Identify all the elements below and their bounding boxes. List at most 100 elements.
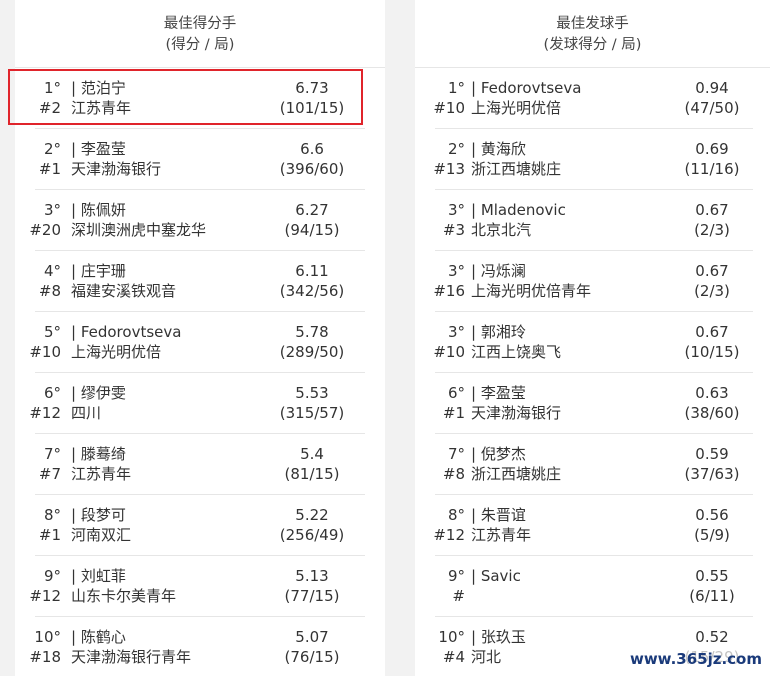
- ranking-row[interactable]: 2° #13 | 黄海欣 浙江西塘姚庄 0.69 (11/16): [415, 129, 770, 190]
- rank-label: 3°: [447, 323, 465, 341]
- team-name: 山东卡尔美青年: [71, 587, 177, 605]
- team-name: 江西上饶奥飞: [471, 343, 562, 361]
- player-number: #12: [29, 587, 61, 605]
- stat-value: 0.94: [695, 79, 729, 97]
- rank-label: 3°: [43, 201, 61, 219]
- best-scorer-list: 1° #2 | 范泊宁 江苏青年 6.73 (101/15) 2° #1 | 李盈莹 天津渤海银行…: [15, 68, 385, 676]
- stat-fraction: (2/3): [694, 282, 730, 300]
- rank-label: 7°: [447, 445, 465, 463]
- stat-value: 6.6: [300, 140, 324, 158]
- stat-fraction: (47/50): [684, 99, 740, 117]
- stat-fraction: (5/9): [694, 526, 730, 544]
- ranking-row[interactable]: 7° #8 | 倪梦杰 浙江西塘姚庄 0.59 (37/63): [415, 434, 770, 495]
- player-number: #3: [442, 221, 465, 239]
- player-name: | 段梦可: [71, 506, 126, 524]
- stat-fraction: (81/15): [284, 465, 340, 483]
- rank-label: 1°: [43, 79, 61, 97]
- stat-value: 0.59: [695, 445, 729, 463]
- ranking-row[interactable]: 10° #18 | 陈鹤心 天津渤海银行青年 5.07 (76/15): [15, 617, 385, 676]
- ranking-row[interactable]: 7° #7 | 滕蓦绮 江苏青年 5.4 (81/15): [15, 434, 385, 495]
- player-name: | Mladenovic: [471, 201, 566, 219]
- rank-label: 2°: [447, 140, 465, 158]
- player-number: #12: [29, 404, 61, 422]
- player-number: #18: [29, 648, 61, 666]
- ranking-row[interactable]: 3° #3 | Mladenovic 北京北汽 0.67 (2/3): [415, 190, 770, 251]
- stat-fraction: (315/57): [279, 404, 345, 422]
- ranking-row[interactable]: 5° #10 | Fedorovtseva 上海光明优倍 5.78 (289/50): [15, 312, 385, 373]
- ranking-row[interactable]: 8° #12 | 朱晋谊 江苏青年 0.56 (5/9): [415, 495, 770, 556]
- stat-value: 0.67: [695, 262, 729, 280]
- ranking-row[interactable]: 3° #16 | 冯烁澜 上海光明优倍青年 0.67 (2/3): [415, 251, 770, 312]
- player-number: #10: [433, 99, 465, 117]
- stat-fraction: (94/15): [284, 221, 340, 239]
- ranking-row[interactable]: 3° #10 | 郭湘玲 江西上饶奥飞 0.67 (10/15): [415, 312, 770, 373]
- ranking-row[interactable]: 1° #2 | 范泊宁 江苏青年 6.73 (101/15): [15, 68, 385, 129]
- stat-value: 5.78: [295, 323, 329, 341]
- player-number: #16: [433, 282, 465, 300]
- ranking-row[interactable]: 1° #10 | Fedorovtseva 上海光明优倍 0.94 (47/50): [415, 68, 770, 129]
- rank-label: 9°: [447, 567, 465, 585]
- stat-fraction: (76/15): [284, 648, 340, 666]
- player-name: | 黄海欣: [471, 140, 526, 158]
- stat-value: 0.52: [695, 628, 729, 646]
- ranking-row[interactable]: 3° #20 | 陈佩妍 深圳澳洲虎中塞龙华 6.27 (94/15): [15, 190, 385, 251]
- stat-fraction: (77/15): [284, 587, 340, 605]
- player-name: | 范泊宁: [71, 79, 126, 97]
- rank-label: 3°: [447, 262, 465, 280]
- stat-fraction: (10/15): [684, 343, 740, 361]
- player-name: | 张玖玉: [471, 628, 526, 646]
- rank-label: 1°: [447, 79, 465, 97]
- stat-fraction: (396/60): [279, 160, 345, 178]
- ranking-row[interactable]: 6° #1 | 李盈莹 天津渤海银行 0.63 (38/60): [415, 373, 770, 434]
- stat-fraction: (37/63): [684, 465, 740, 483]
- rank-label: 4°: [43, 262, 61, 280]
- ranking-row[interactable]: 9° #12 | 刘虹菲 山东卡尔美青年 5.13 (77/15): [15, 556, 385, 617]
- ranking-row[interactable]: 2° #1 | 李盈莹 天津渤海银行 6.6 (396/60): [15, 129, 385, 190]
- team-name: 河北: [471, 648, 502, 666]
- best-scorer-header: 最佳得分手 (得分 / 局): [15, 0, 385, 68]
- team-name: 江苏青年: [71, 99, 132, 117]
- player-number: #10: [29, 343, 61, 361]
- ranking-row[interactable]: 6° #12 | 缪伊雯 四川 5.53 (315/57): [15, 373, 385, 434]
- player-number: #: [452, 587, 465, 605]
- player-number: #8: [38, 282, 61, 300]
- rank-label: 9°: [43, 567, 61, 585]
- stat-value: 0.67: [695, 201, 729, 219]
- player-number: #1: [38, 526, 61, 544]
- player-name: | Savic: [471, 567, 521, 585]
- rank-label: 3°: [447, 201, 465, 219]
- rank-label: 8°: [43, 506, 61, 524]
- stat-fraction: (11/16): [684, 160, 740, 178]
- stat-value: 0.63: [695, 384, 729, 402]
- player-name: | 倪梦杰: [471, 445, 526, 463]
- best-server-panel: 最佳发球手 (发球得分 / 局) 1° #10 | Fedorovtseva 上海光明…: [415, 0, 770, 676]
- player-name: | 缪伊雯: [71, 384, 126, 402]
- stat-value: 0.56: [695, 506, 729, 524]
- stat-value: 6.11: [295, 262, 329, 280]
- ranking-row[interactable]: 8° #1 | 段梦可 河南双汇 5.22 (256/49): [15, 495, 385, 556]
- watermark: www.365jz.com: [627, 650, 764, 668]
- team-name: 江苏青年: [471, 526, 532, 544]
- best-server-subtitle: (发球得分 / 局): [543, 36, 642, 53]
- team-name: 深圳澳洲虎中塞龙华: [71, 221, 207, 239]
- team-name: 江苏青年: [71, 465, 132, 483]
- stat-fraction: (342/56): [279, 282, 345, 300]
- stat-fraction: (6/11): [689, 587, 735, 605]
- team-name: 浙江西塘姚庄: [471, 160, 562, 178]
- player-number: #10: [433, 343, 465, 361]
- stat-fraction: (256/49): [279, 526, 345, 544]
- player-number: #1: [442, 404, 465, 422]
- player-name: | 刘虹菲: [71, 567, 126, 585]
- stat-fraction: (38/60): [684, 404, 740, 422]
- player-number: #20: [29, 221, 61, 239]
- player-name: | 朱晋谊: [471, 506, 526, 524]
- team-name: 福建安溪铁观音: [71, 282, 177, 300]
- ranking-row[interactable]: 9° # | Savic 0.55 (6/11): [415, 556, 770, 617]
- rank-label: 7°: [43, 445, 61, 463]
- ranking-row[interactable]: 4° #8 | 庄宇珊 福建安溪铁观音 6.11 (342/56): [15, 251, 385, 312]
- stat-value: 5.07: [295, 628, 329, 646]
- player-name: | Fedorovtseva: [471, 79, 582, 97]
- stat-value: 5.4: [300, 445, 324, 463]
- player-number: #1: [38, 160, 61, 178]
- player-name: | 陈鹤心: [71, 628, 126, 646]
